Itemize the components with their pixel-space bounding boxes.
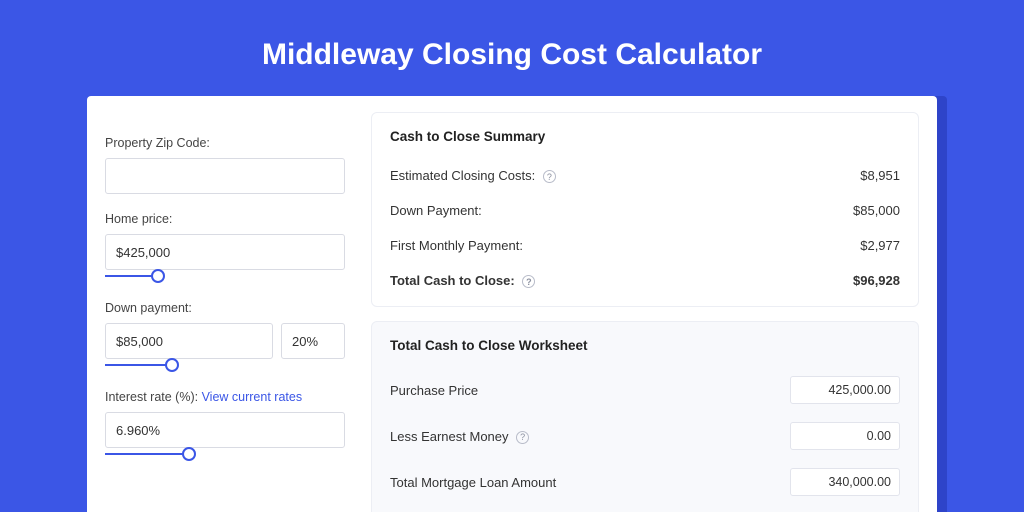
worksheet-row-earnest: Less Earnest Money ? [390,413,900,459]
summary-row-first-payment: First Monthly Payment: $2,977 [390,228,900,263]
summary-panel: Cash to Close Summary Estimated Closing … [371,112,919,307]
interest-label-text: Interest rate (%): [105,390,202,404]
view-rates-link[interactable]: View current rates [202,390,303,404]
down-payment-input[interactable] [105,323,273,359]
worksheet-earnest-input[interactable] [790,422,900,450]
summary-row-down-payment: Down Payment: $85,000 [390,193,900,228]
worksheet-row-mortgage: Total Mortgage Loan Amount [390,459,900,505]
summary-closing-label: Estimated Closing Costs: [390,168,535,183]
interest-rate-slider[interactable] [105,447,345,461]
calculator-card-wrap: Property Zip Code: Home price: Down paym… [87,96,937,512]
summary-first-value: $2,977 [860,238,900,253]
page-title: Middleway Closing Cost Calculator [0,0,1024,96]
results-panel: Cash to Close Summary Estimated Closing … [371,112,919,512]
help-icon[interactable]: ? [543,170,556,183]
worksheet-purchase-input[interactable] [790,376,900,404]
summary-total-value: $96,928 [853,273,900,288]
calculator-card: Property Zip Code: Home price: Down paym… [87,96,937,512]
summary-row-closing-costs: Estimated Closing Costs: ? $8,951 [390,158,900,193]
summary-closing-value: $8,951 [860,168,900,183]
help-icon[interactable]: ? [522,275,535,288]
home-price-label: Home price: [105,212,345,226]
down-payment-label: Down payment: [105,301,345,315]
summary-down-label: Down Payment: [390,203,482,218]
worksheet-mortgage-input[interactable] [790,468,900,496]
worksheet-purchase-label: Purchase Price [390,383,478,398]
worksheet-title: Total Cash to Close Worksheet [390,338,900,353]
summary-down-value: $85,000 [853,203,900,218]
inputs-panel: Property Zip Code: Home price: Down paym… [105,112,345,512]
summary-total-label: Total Cash to Close: [390,273,515,288]
help-icon[interactable]: ? [516,431,529,444]
home-price-slider[interactable] [105,269,345,283]
interest-rate-label: Interest rate (%): View current rates [105,390,345,404]
summary-first-label: First Monthly Payment: [390,238,523,253]
zip-label: Property Zip Code: [105,136,345,150]
home-price-input[interactable] [105,234,345,270]
worksheet-earnest-label: Less Earnest Money [390,429,509,444]
down-payment-slider[interactable] [105,358,345,372]
summary-title: Cash to Close Summary [390,129,900,144]
worksheet-mortgage-label: Total Mortgage Loan Amount [390,475,556,490]
zip-input[interactable] [105,158,345,194]
interest-rate-input[interactable] [105,412,345,448]
worksheet-row-purchase: Purchase Price [390,367,900,413]
summary-row-total: Total Cash to Close: ? $96,928 [390,263,900,298]
worksheet-panel: Total Cash to Close Worksheet Purchase P… [371,321,919,512]
down-payment-pct-input[interactable] [281,323,345,359]
worksheet-row-second-mortgage: Total Second Mortgage Amount ? [390,505,900,512]
